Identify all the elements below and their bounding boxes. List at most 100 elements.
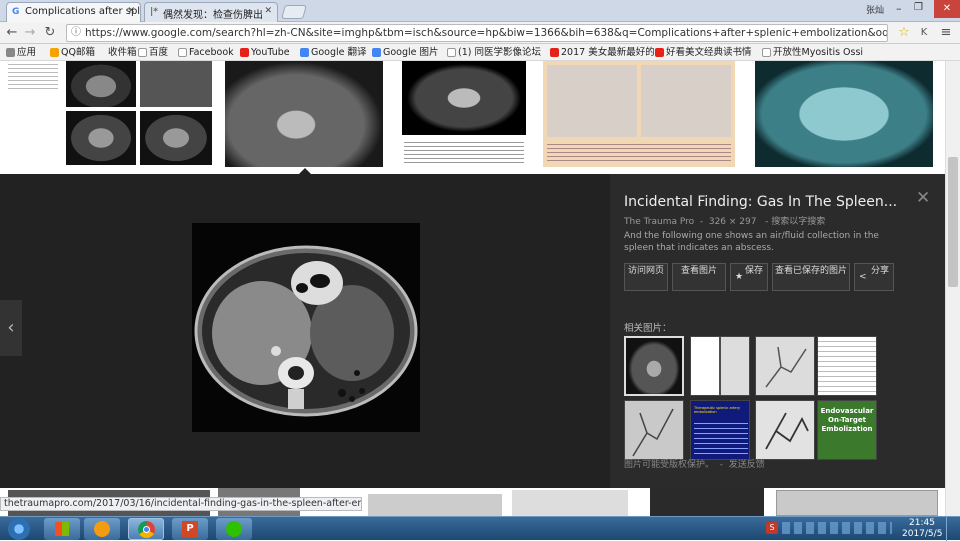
bookmark-google-images[interactable]: Google 图片 <box>372 46 439 59</box>
related-image[interactable] <box>817 336 877 396</box>
windows-explorer-icon[interactable] <box>44 518 80 540</box>
star-icon[interactable]: ☆ <box>896 25 912 41</box>
related-image[interactable] <box>755 336 815 396</box>
preview-source-suffix: - 搜索以字搜索 <box>765 217 826 227</box>
bookmark-forum[interactable]: (1) 同医学影像论坛 <box>447 46 541 59</box>
bookmark-apps[interactable]: 应用 <box>6 46 36 59</box>
google-icon: G <box>12 7 20 17</box>
google-icon <box>372 48 381 57</box>
result-thumbnail[interactable] <box>776 490 938 516</box>
result-text-snippet[interactable] <box>8 61 58 91</box>
bookmark-google-translate[interactable]: Google 翻译 <box>300 46 367 59</box>
baidu-icon <box>138 48 147 57</box>
bookmark-myositis[interactable]: 开放性Myositis Ossi <box>762 46 863 59</box>
related-image[interactable] <box>690 336 750 396</box>
feedback-link[interactable]: 发送反馈 <box>729 460 765 470</box>
address-bar[interactable]: ⓘ https://www.google.com/search?hl=zh-CN… <box>66 24 888 42</box>
result-thumbnail[interactable] <box>755 61 933 167</box>
maximize-button[interactable]: ❐ <box>914 2 923 13</box>
input-method-icon[interactable]: S <box>766 522 778 534</box>
bookmark-qqmail[interactable]: QQ邮箱 <box>50 46 95 59</box>
tab-title: 偶然发现：检查伤脾出 <box>163 10 263 21</box>
image-results-top-row <box>0 61 945 175</box>
related-images-label: 相关图片： <box>624 323 672 334</box>
preview-image[interactable] <box>192 223 420 432</box>
ct-scan-image <box>192 223 420 432</box>
extension-icon[interactable]: K <box>916 25 932 41</box>
preview-title[interactable]: Incidental Finding: Gas In The Spleen... <box>624 194 909 210</box>
bookmarks-bar: 应用 QQ邮箱 收件箱 百度 Facebook YouTube Google 翻… <box>0 44 960 61</box>
wechat-icon[interactable] <box>216 518 252 540</box>
view-saved-images-button[interactable]: 查看已保存的图片 <box>772 263 850 291</box>
result-thumbnail[interactable] <box>402 61 526 167</box>
result-thumbnail[interactable] <box>543 61 735 167</box>
tab-strip: G Complications after spl ✕ |* 偶然发现：检查伤脾… <box>0 0 960 22</box>
clock-date: 2017/5/5 <box>902 529 943 539</box>
bookmark-facebook[interactable]: Facebook <box>178 46 234 59</box>
tab-article[interactable]: |* 偶然发现：检查伤脾出 ✕ <box>144 2 278 22</box>
clock-time: 21:45 <box>909 518 935 528</box>
result-thumbnail[interactable] <box>66 61 212 167</box>
windows-taskbar: P S 21:45 2017/5/5 <box>0 516 960 541</box>
bookmark-youtube-3[interactable]: 好看美文经典读书情 <box>655 46 752 59</box>
visit-page-button[interactable]: 访问网页 <box>624 263 668 291</box>
related-footer: 图片可能受版权保护。 - 发送反馈 <box>624 460 765 470</box>
result-thumbnail[interactable] <box>650 488 764 516</box>
save-button[interactable]: ★ 保存 <box>730 263 768 291</box>
result-thumbnail[interactable] <box>368 494 502 516</box>
previous-image-button[interactable]: ‹ <box>0 300 22 356</box>
address-text: https://www.google.com/search?hl=zh-CN&s… <box>85 27 888 39</box>
new-tab-button[interactable] <box>281 5 307 19</box>
related-image[interactable] <box>624 400 684 460</box>
menu-icon[interactable]: ≡ <box>938 25 954 41</box>
page-scrollbar[interactable] <box>945 61 960 516</box>
bookmark-inbox[interactable]: 收件箱 <box>97 46 137 59</box>
related-image[interactable]: Endovascular On-Target Embolization <box>817 400 877 460</box>
powerpoint-icon[interactable]: P <box>172 518 208 540</box>
back-icon[interactable]: ← <box>4 25 20 41</box>
window-close-button[interactable]: ✕ <box>934 0 960 18</box>
selection-pointer <box>298 168 312 175</box>
system-tray-icons[interactable] <box>782 522 892 534</box>
youtube-icon <box>655 48 664 57</box>
result-thumbnail[interactable] <box>225 61 383 167</box>
preview-source[interactable]: The Trauma Pro <box>624 217 694 227</box>
page-icon <box>178 48 187 57</box>
window-user: 张灿 <box>866 6 885 16</box>
share-button[interactable]: < 分享 <box>854 263 894 291</box>
page-icon <box>762 48 771 57</box>
image-info-pane: Incidental Finding: Gas In The Spleen...… <box>610 174 945 488</box>
close-icon[interactable]: ✕ <box>264 6 272 16</box>
preview-source-line: The Trauma Pro - 326 × 297 - 搜索以字搜索 <box>624 217 826 227</box>
forward-icon[interactable]: → <box>22 25 38 41</box>
related-image[interactable] <box>755 400 815 460</box>
bookmark-youtube[interactable]: YouTube <box>240 46 290 59</box>
share-icon: < <box>859 272 867 282</box>
copyright-notice: 图片可能受版权保护。 <box>624 460 715 470</box>
bookmark-youtube-2[interactable]: 2017 美女最新最好的 <box>550 46 655 59</box>
youtube-icon <box>550 48 559 57</box>
close-icon[interactable]: ✕ <box>127 6 135 16</box>
youtube-icon <box>240 48 249 57</box>
chrome-icon[interactable] <box>128 518 164 540</box>
media-player-icon[interactable] <box>84 518 120 540</box>
close-icon[interactable]: ✕ <box>916 188 930 208</box>
view-image-button[interactable]: 查看图片 <box>672 263 726 291</box>
apps-icon <box>6 48 15 57</box>
navigation-bar: ← → ↻ ⓘ https://www.google.com/search?hl… <box>0 22 960 44</box>
related-image[interactable]: Therapeutic splenic artery embolization <box>690 400 750 460</box>
status-bar-url: thetraumapro.com/2017/03/16/incidental-f… <box>0 497 362 511</box>
tab-google-search[interactable]: G Complications after spl ✕ <box>6 2 141 22</box>
bookmark-baidu[interactable]: 百度 <box>138 46 168 59</box>
tab-title: Complications after spl <box>25 6 141 17</box>
clock[interactable]: 21:45 2017/5/5 <box>902 518 942 540</box>
preview-description: And the following one shows an air/fluid… <box>624 231 879 253</box>
result-thumbnail[interactable] <box>512 490 628 516</box>
start-button[interactable] <box>8 518 30 540</box>
show-desktop-button[interactable] <box>946 517 960 541</box>
info-icon[interactable]: ⓘ <box>71 25 81 41</box>
related-image[interactable] <box>624 336 684 396</box>
reload-icon[interactable]: ↻ <box>42 25 58 41</box>
scrollbar-thumb[interactable] <box>948 157 958 287</box>
minimize-button[interactable]: – <box>896 2 902 15</box>
